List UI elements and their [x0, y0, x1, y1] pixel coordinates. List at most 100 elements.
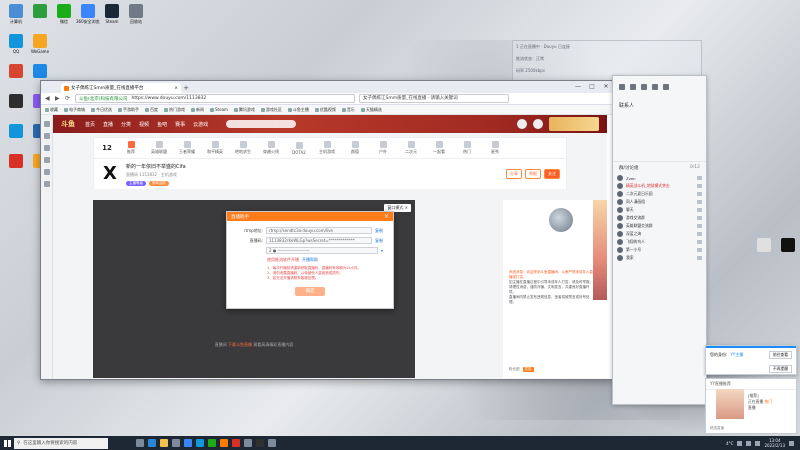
contact-item[interactable]: 精英战斗机_地狱模式突击: [617, 182, 702, 190]
stream-key-field[interactable]: 1113832rKeWLGp?wsSecret=*************: [266, 237, 372, 244]
bookmark-item[interactable]: 电子商城: [64, 107, 85, 113]
phone-icon[interactable]: [619, 84, 625, 90]
side-poster[interactable]: [593, 200, 607, 300]
bookmark-item[interactable]: 热门游戏: [164, 107, 185, 113]
desktop-icon[interactable]: [752, 238, 776, 253]
room-avatar[interactable]: X: [100, 164, 120, 184]
streamer-avatar[interactable]: [549, 208, 573, 232]
bookmark-item[interactable]: Steam: [210, 107, 228, 112]
report-button[interactable]: 举报: [525, 169, 541, 179]
game-icon[interactable]: [244, 439, 252, 447]
video-icon[interactable]: [630, 84, 636, 90]
send-button[interactable]: 发送: [522, 367, 534, 372]
sidebar-games-icon[interactable]: [43, 169, 50, 175]
ime-icon[interactable]: [755, 440, 761, 446]
help-link[interactable]: 开播帮助: [302, 257, 318, 263]
bookmark-item[interactable]: 斗鱼主播: [288, 107, 309, 113]
browser-search-input[interactable]: 女子偶练江Smm质量_在线直播 · 请输入关键词: [359, 94, 509, 103]
obs-icon[interactable]: [256, 439, 264, 447]
browser-icon[interactable]: [184, 439, 192, 447]
copy-rtmp-button[interactable]: 复制: [375, 228, 383, 234]
sidebar-history-icon[interactable]: [43, 133, 50, 139]
edge-icon[interactable]: [148, 439, 156, 447]
contact-item[interactable]: Zven: [617, 174, 702, 182]
notification-center-icon[interactable]: [789, 440, 794, 446]
copy-key-button[interactable]: 复制: [375, 238, 383, 244]
sidebar-tools-icon[interactable]: [43, 157, 50, 163]
bookmark-item[interactable]: 今日优选: [91, 107, 112, 113]
tab-douyu[interactable]: 女子偶练江Smm质量_在线直播平台 ×: [61, 83, 181, 93]
contact-item[interactable]: 二次元夏日乐园: [617, 190, 702, 198]
notify-link[interactable]: YY主播: [730, 352, 743, 358]
bookmark-item[interactable]: 音乐: [342, 107, 355, 113]
promo-card[interactable]: YY直播推荐 [推荐] 正在直播 热门 直播 精选直播: [705, 378, 797, 434]
rtmp-field[interactable]: rtmp://sendtc3a.douyu.com/live: [266, 227, 372, 234]
notify-view-button[interactable]: 前往查看: [768, 351, 792, 359]
category-item[interactable]: 推荐: [120, 141, 142, 155]
store-icon[interactable]: [172, 439, 180, 447]
desktop-icon[interactable]: 计算机: [4, 4, 28, 24]
desktop-icon[interactable]: QQ: [4, 34, 28, 54]
minimize-button[interactable]: —: [571, 81, 585, 93]
category-item[interactable]: 星秀: [484, 141, 506, 155]
desktop-icon[interactable]: 微信: [52, 4, 76, 24]
contact-item[interactable]: 同人漫画组: [617, 198, 702, 206]
promo-image[interactable]: [716, 389, 744, 419]
desktop-icon[interactable]: [776, 238, 800, 253]
line-select[interactable]: 2 ● ————————: [266, 247, 378, 254]
desktop-icon[interactable]: [28, 64, 52, 79]
clock[interactable]: 13:04 2022/2/13: [764, 438, 785, 448]
bookmark-item[interactable]: 收藏: [45, 107, 58, 113]
category-item[interactable]: DOTA2: [288, 141, 310, 155]
category-item[interactable]: 王者荣耀: [176, 141, 198, 155]
contact-item[interactable]: 第一小号: [617, 246, 702, 254]
confirm-button[interactable]: 确定: [295, 287, 325, 296]
bookmark-item[interactable]: 百度: [145, 107, 158, 113]
close-window-button[interactable]: ✕: [599, 81, 613, 93]
group-section-header[interactable]: 群/讨论组 0/12: [613, 161, 706, 174]
bookmark-item[interactable]: 天猫精选: [361, 107, 382, 113]
contact-item[interactable]: 飞翔的鸟人: [617, 238, 702, 246]
douyu-nav-item[interactable]: 视频: [139, 122, 149, 128]
category-item[interactable]: 一起看: [428, 141, 450, 155]
desktop-icon[interactable]: [4, 94, 28, 109]
url-input[interactable]: 斗鱼(北京)科技有限公司 https://www.douyu.com/11138…: [75, 94, 355, 103]
sidebar-mail-icon[interactable]: [43, 181, 50, 187]
file-explorer-icon[interactable]: [160, 439, 168, 447]
desktop-icon[interactable]: [4, 124, 28, 139]
qq-icon[interactable]: [196, 439, 204, 447]
video-app-icon[interactable]: [268, 439, 276, 447]
notify-dismiss-button[interactable]: 不再提醒: [768, 365, 792, 373]
desktop-icon[interactable]: 360安全浏览器: [76, 4, 100, 24]
douyu-nav-item[interactable]: 鱼吧: [157, 122, 167, 128]
tab-close-icon[interactable]: ×: [174, 86, 178, 91]
maximize-button[interactable]: □: [585, 81, 599, 93]
douyu-nav-item[interactable]: 分类: [121, 122, 131, 128]
douyu-nav-item[interactable]: 云游戏: [193, 122, 208, 128]
category-item[interactable]: 主机游戏: [316, 141, 338, 155]
desktop-icon[interactable]: Steam: [100, 4, 124, 24]
contact-item[interactable]: 我家: [617, 254, 702, 262]
task-view-icon[interactable]: [136, 439, 144, 447]
user-avatar[interactable]: [517, 119, 527, 129]
music-icon[interactable]: [232, 439, 240, 447]
category-item[interactable]: 二次元: [400, 141, 422, 155]
network-icon[interactable]: [737, 440, 743, 446]
share-button[interactable]: 分享: [506, 169, 522, 179]
forward-button[interactable]: ▶: [55, 95, 61, 102]
wechat-icon[interactable]: [208, 439, 216, 447]
refresh-button[interactable]: ⟳: [65, 95, 71, 102]
chevron-down-icon[interactable]: ▾: [381, 248, 383, 253]
category-item[interactable]: 英雄联盟: [148, 141, 170, 155]
volume-icon[interactable]: [746, 440, 752, 446]
new-tab-button[interactable]: +: [181, 83, 191, 93]
dialog-close-button[interactable]: ×: [384, 213, 389, 220]
douyu-search-input[interactable]: [226, 120, 297, 128]
bookmark-item[interactable]: 优酷视频: [315, 107, 336, 113]
fan-club-button[interactable]: 粉丝团: [509, 367, 520, 372]
category-item[interactable]: 和平精英: [204, 141, 226, 155]
sidebar-favorites-icon[interactable]: [43, 121, 50, 127]
bookmark-item[interactable]: 手游助手: [118, 107, 139, 113]
settings-icon[interactable]: [663, 84, 669, 90]
sidebar-download-icon[interactable]: [43, 145, 50, 151]
